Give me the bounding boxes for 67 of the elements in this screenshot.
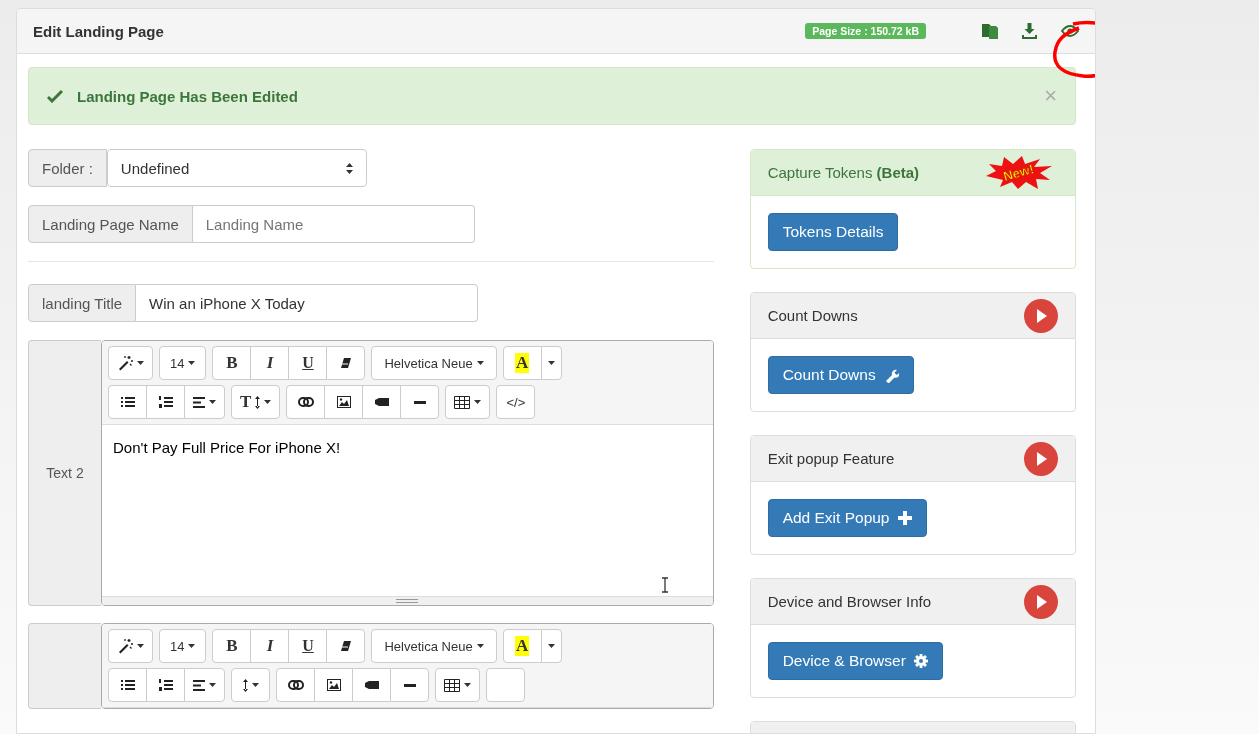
card-button[interactable]: Add Exit Popup — [767, 499, 927, 537]
magic-wand-icon — [117, 355, 133, 371]
card-button[interactable]: Device & Browser — [767, 642, 943, 680]
image-button[interactable] — [324, 385, 364, 419]
font-name-button[interactable]: Helvetica Neue — [371, 346, 497, 380]
download-icon[interactable] — [1022, 23, 1037, 39]
card-title: Exit popup Feature — [767, 450, 895, 467]
clear-format-button[interactable] — [326, 346, 366, 380]
caret-icon — [188, 361, 196, 365]
code-view-button[interactable]: </> — [496, 385, 536, 419]
landing-name-field[interactable]: Landing Name — [192, 205, 475, 243]
checkmark-icon — [47, 89, 63, 103]
card-title: Count Downs — [767, 307, 858, 324]
folder-select[interactable]: Undefined — [106, 149, 367, 187]
page-size-badge: Page Size : 150.72 kB — [805, 23, 926, 39]
copy-icon[interactable] — [982, 23, 998, 39]
style-button[interactable] — [108, 346, 153, 380]
landing-title-field[interactable]: Win an iPhone X Today — [136, 284, 479, 322]
card-button[interactable]: Count Downs — [767, 356, 914, 394]
video-icon — [374, 397, 389, 407]
text-color-button[interactable]: A — [502, 346, 542, 380]
caret-icon — [137, 361, 144, 365]
play-icon[interactable] — [1024, 441, 1058, 476]
italic-button[interactable]: I — [250, 346, 290, 380]
caret-icon — [476, 361, 484, 365]
eye-icon[interactable] — [1061, 25, 1079, 37]
line-height-button[interactable]: T — [231, 385, 281, 419]
play-icon[interactable] — [1024, 584, 1058, 619]
name-label: Landing Page Name — [28, 205, 193, 243]
card-title: Device and Browser Info — [767, 593, 932, 610]
bold-button[interactable]: B — [212, 346, 252, 380]
video-button[interactable] — [362, 385, 402, 419]
eraser-icon — [339, 357, 352, 369]
horizontal-rule-button[interactable] — [400, 385, 440, 419]
alert-message: Landing Page Has Been Edited — [77, 87, 299, 105]
plus-icon — [897, 511, 912, 525]
underline-button[interactable]: U — [288, 346, 328, 380]
caret-icon — [547, 361, 555, 365]
tokens-button[interactable]: Tokens Details — [767, 213, 899, 251]
align-button[interactable] — [184, 385, 225, 419]
gear-icon — [913, 654, 928, 668]
title-label: landing Title — [28, 284, 137, 322]
up-down-arrow-icon — [255, 395, 261, 409]
link-button[interactable] — [286, 385, 326, 419]
editor-text-area[interactable]: Don't Pay Full Price For iPhone X! — [102, 425, 713, 596]
play-icon[interactable] — [1024, 298, 1058, 333]
caret-icon — [264, 400, 272, 404]
bullet-list-button[interactable] — [108, 385, 147, 419]
new-burst-badge: New! — [984, 155, 1054, 190]
bullet-list-icon — [120, 396, 135, 408]
align-left-icon — [193, 396, 205, 408]
folder-label: Folder : — [28, 149, 107, 187]
panel-title: Edit Landing Page — [33, 22, 165, 40]
caret-icon — [474, 400, 482, 404]
field-label: Text 2 — [46, 465, 84, 481]
card-title: Capture Tokens (Beta) — [767, 164, 920, 181]
table-button[interactable] — [445, 385, 491, 419]
image-icon — [336, 396, 351, 408]
table-icon — [454, 395, 471, 409]
link-icon — [297, 397, 314, 407]
font-size-button[interactable]: 14 — [159, 346, 207, 380]
numbered-list-icon — [158, 395, 173, 409]
color-menu-button[interactable] — [540, 346, 562, 380]
caret-icon — [209, 400, 216, 404]
select-arrows-icon — [345, 162, 353, 174]
editor-text: Don't Pay Full Price For iPhone X! — [113, 439, 341, 456]
numbered-list-button[interactable] — [146, 385, 185, 419]
